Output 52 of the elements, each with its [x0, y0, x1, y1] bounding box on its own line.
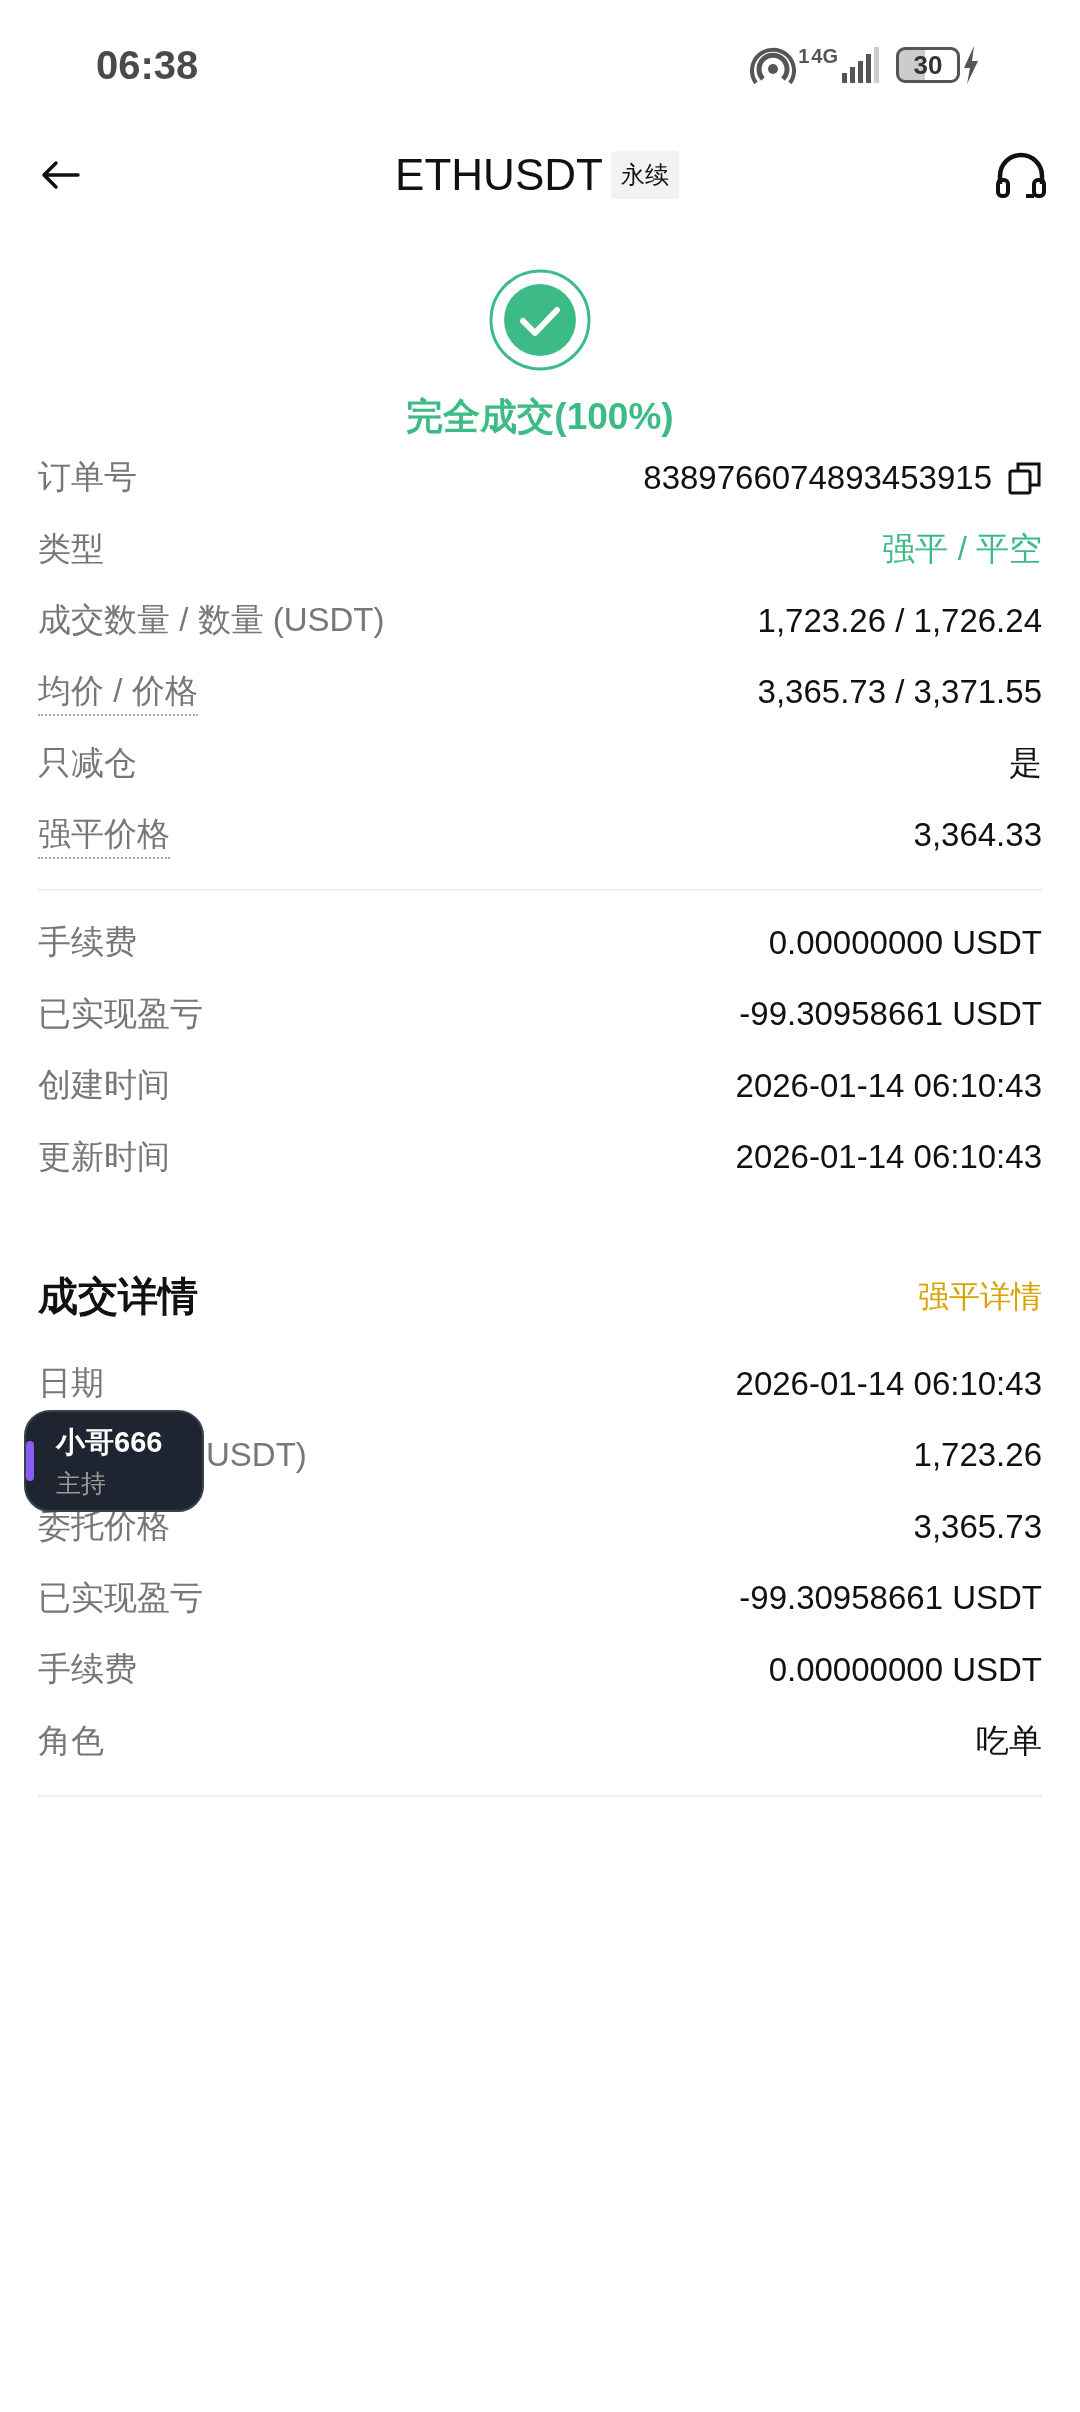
field-label: 角色 [38, 1720, 104, 1761]
field-value: 3,365.73 / 3,371.55 [757, 673, 1042, 712]
field-value: 0.00000000 USDT [768, 923, 1042, 962]
field-label: 手续费 [38, 922, 137, 963]
host-role: 主持 [56, 1467, 107, 1499]
fill-status: 完全成交(100%) [406, 395, 674, 439]
field-value: 强平 / 平空 [882, 528, 1042, 569]
headset-icon [994, 150, 1048, 200]
contract-tag: 永续 [610, 151, 679, 199]
floating-host-badge[interactable]: 小哥666 主持 [24, 1410, 204, 1512]
field-value: 0.00000000 USDT [768, 1650, 1042, 1689]
field-value: 1,723.26 [913, 1436, 1042, 1475]
field-value: 2026-01-14 06:10:43 [735, 1066, 1042, 1105]
field-value: 是 [1009, 743, 1042, 784]
copy-button[interactable] [1008, 460, 1042, 495]
battery-indicator: 30 [896, 47, 960, 83]
sim-slot-label: 1 [798, 45, 810, 68]
host-name: 小哥666 [56, 1424, 163, 1460]
page-title: ETHUSDT [395, 150, 603, 200]
support-button[interactable] [994, 150, 1048, 200]
liquidation-details-link[interactable]: 强平详情 [918, 1275, 1042, 1318]
field-value: 吃单 [976, 1720, 1042, 1761]
field-value: -99.30958661 USDT [739, 995, 1042, 1034]
field-label[interactable]: 均价 / 价格 [38, 668, 198, 716]
field-value: 8389766074893453915 [643, 458, 992, 497]
charging-icon [962, 46, 980, 84]
section-title: 成交详情 [38, 1273, 198, 1320]
back-arrow-icon [40, 160, 80, 190]
field-value: 3,364.33 [913, 816, 1042, 855]
field-label: 已实现盈亏 [38, 993, 203, 1034]
field-label: 创建时间 [38, 1065, 170, 1106]
field-label: 已实现盈亏 [38, 1577, 203, 1618]
back-button[interactable] [40, 160, 80, 190]
field-label: 成交数量 / 数量 (USDT) [38, 600, 385, 641]
field-value: 2026-01-14 06:10:43 [735, 1364, 1042, 1403]
field-label: 手续费 [38, 1649, 137, 1690]
success-check-icon [488, 268, 592, 372]
network-type-label: 4G [811, 45, 838, 68]
copy-icon [1008, 460, 1042, 495]
field-label[interactable]: 强平价格 [38, 811, 170, 859]
field-value: 3,365.73 [913, 1507, 1042, 1546]
field-value: 2026-01-14 06:10:43 [735, 1138, 1042, 1177]
field-label: 类型 [38, 528, 104, 569]
field-value: 1,723.26 / 1,726.24 [757, 601, 1042, 640]
field-label: 只减仓 [38, 743, 137, 784]
field-label: 订单号 [38, 457, 137, 498]
clock-time: 06:38 [96, 42, 199, 88]
field-label: 更新时间 [38, 1136, 170, 1177]
field-label: USDT) [206, 1436, 307, 1475]
field-label: 日期 [38, 1363, 104, 1404]
hotspot-icon [750, 45, 797, 85]
field-value: -99.30958661 USDT [739, 1579, 1042, 1618]
